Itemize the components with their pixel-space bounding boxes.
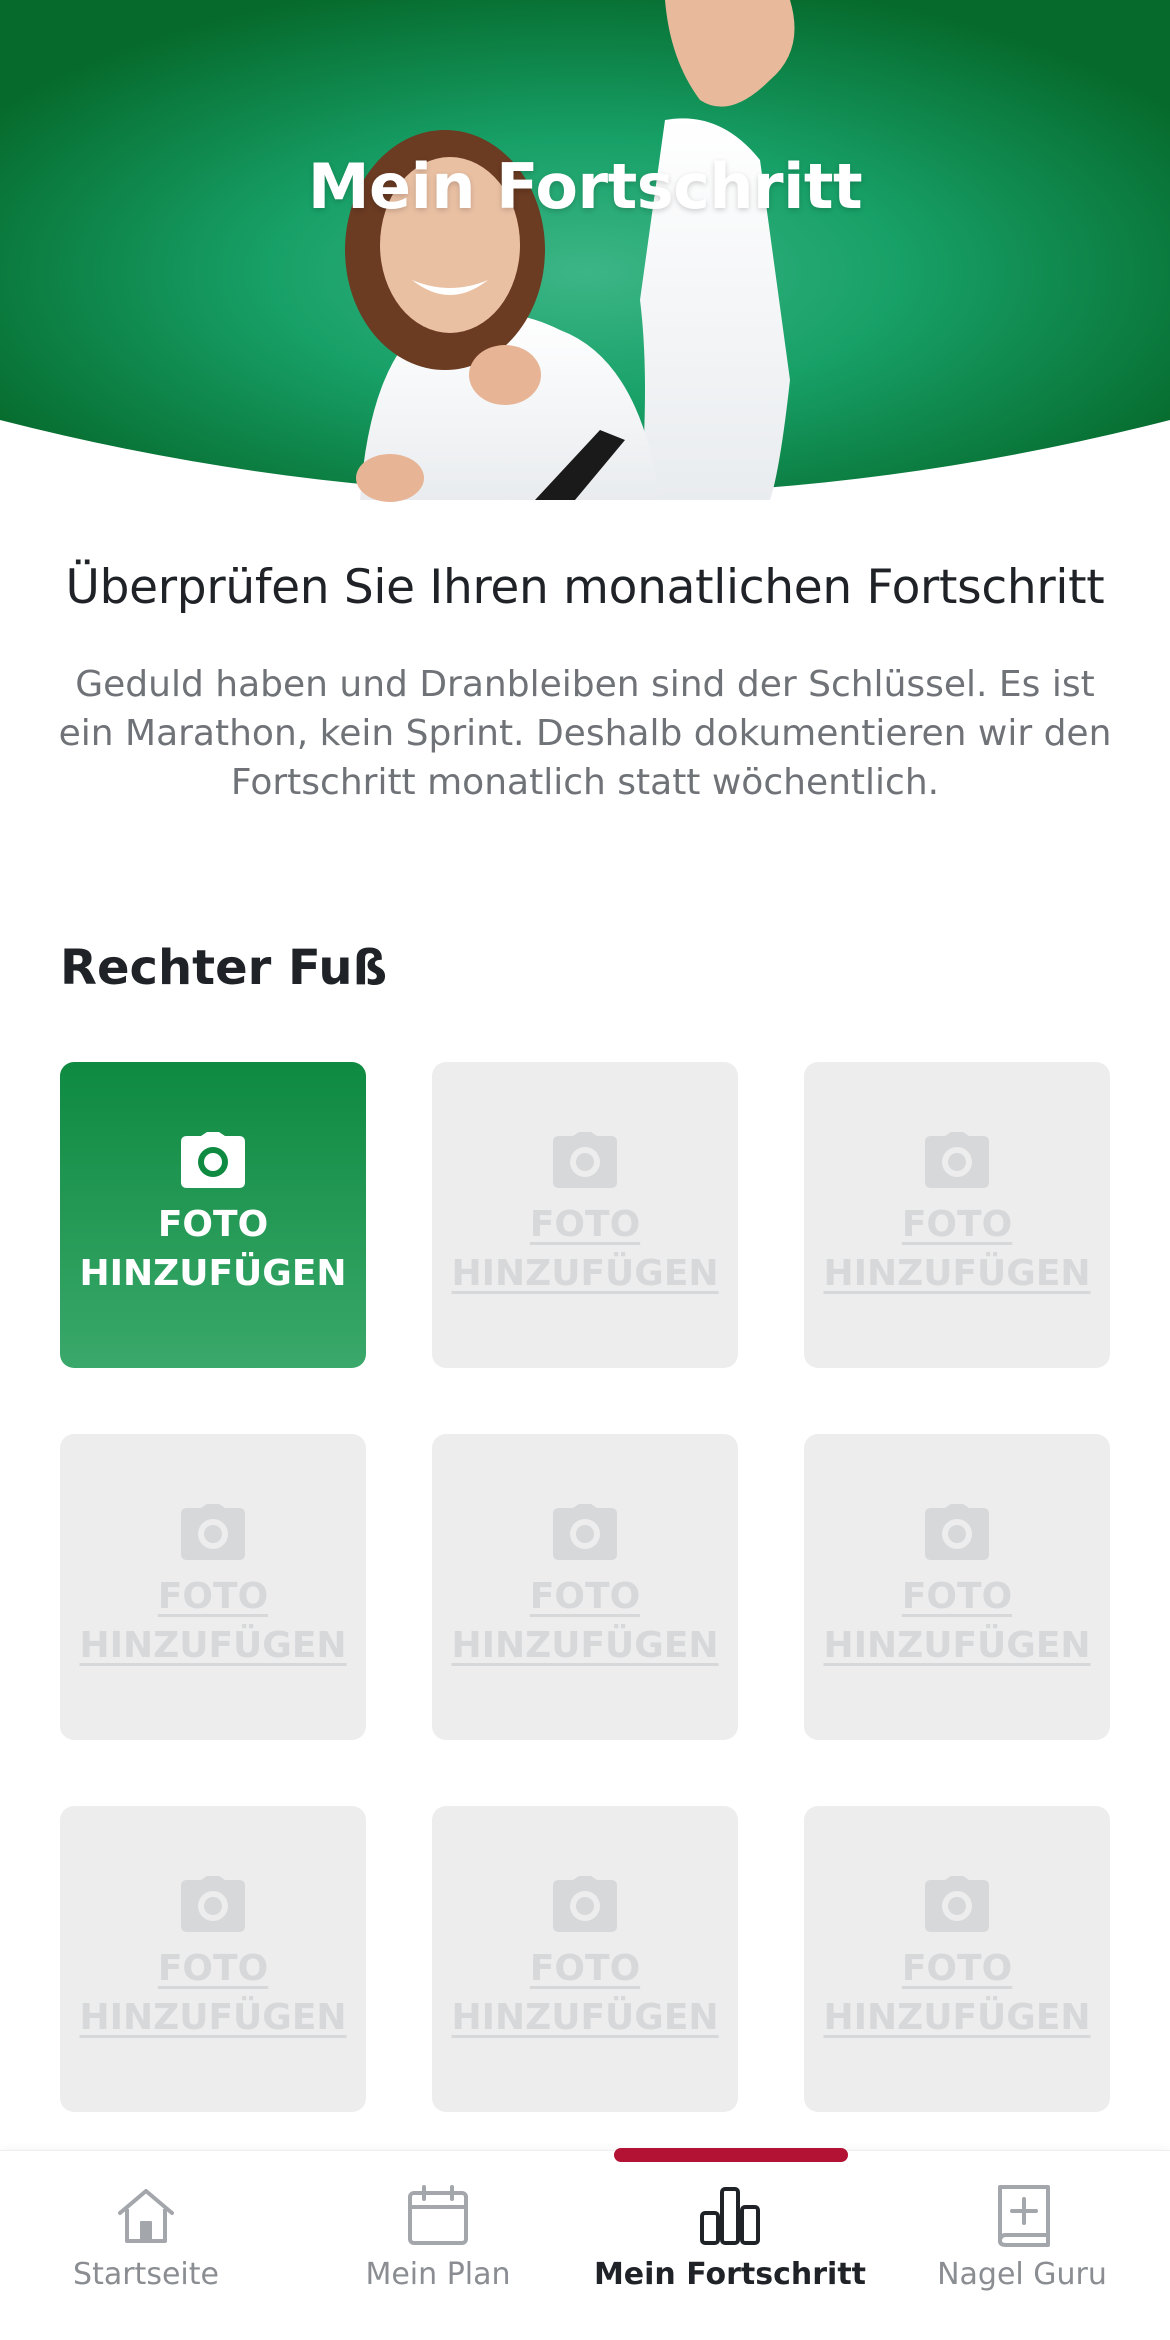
add-photo-tile[interactable]: FOTO HINZUFÜGEN: [432, 1806, 738, 2112]
page-title: Mein Fortschritt: [307, 150, 863, 223]
camera-icon: [553, 1504, 617, 1560]
add-photo-label: FOTO HINZUFÜGEN: [823, 1948, 1091, 2038]
bottom-navigation: Startseite Mein Plan Mein Fortschritt Na…: [0, 2150, 1170, 2340]
progress-description: Geduld haben und Dranbleiben sind der Sc…: [58, 664, 1112, 803]
add-photo-tile[interactable]: FOTO HINZUFÜGEN: [60, 1806, 366, 2112]
add-photo-tile[interactable]: FOTO HINZUFÜGEN: [804, 1806, 1110, 2112]
add-photo-tile[interactable]: FOTO HINZUFÜGEN: [804, 1434, 1110, 1740]
camera-icon: [181, 1876, 245, 1932]
camera-icon: [925, 1132, 989, 1188]
add-photo-label: FOTO HINZUFÜGEN: [79, 1948, 347, 2038]
nav-item-mein-fortschritt[interactable]: Mein Fortschritt: [584, 2151, 876, 2340]
add-photo-label: FOTO HINZUFÜGEN: [823, 1576, 1091, 1666]
nav-item-mein-plan[interactable]: Mein Plan: [292, 2151, 584, 2340]
camera-icon: [925, 1504, 989, 1560]
book-plus-icon: [998, 2185, 1050, 2247]
home-icon: [118, 2189, 174, 2243]
nav-label: Mein Plan: [365, 2257, 511, 2292]
calendar-icon: [408, 2185, 468, 2245]
camera-icon: [553, 1132, 617, 1188]
active-tab-indicator: [614, 2148, 848, 2162]
add-photo-label: FOTO HINZUFÜGEN: [451, 1576, 719, 1666]
nav-item-startseite[interactable]: Startseite: [0, 2151, 292, 2340]
nav-item-nagel-guru[interactable]: Nagel Guru: [876, 2151, 1168, 2340]
add-photo-tile[interactable]: FOTO HINZUFÜGEN: [60, 1434, 366, 1740]
progress-screen: Mein Fortschritt Überprüfen Sie Ihren mo…: [0, 0, 1170, 2340]
camera-icon: [925, 1876, 989, 1932]
nav-label: Startseite: [73, 2257, 219, 2292]
nav-label: Mein Fortschritt: [593, 2257, 867, 2292]
add-photo-label: FOTO HINZUFÜGEN: [823, 1204, 1091, 1294]
add-photo-tile[interactable]: FOTO HINZUFÜGEN: [432, 1062, 738, 1368]
camera-icon: [181, 1132, 245, 1188]
photo-grid: FOTO HINZUFÜGEN FOTO HINZUFÜGEN FOTO HINZUF…: [60, 1062, 1110, 2112]
hero-header: Mein Fortschritt: [0, 0, 1170, 510]
add-photo-label: FOTO HINZUFÜGEN: [79, 1576, 347, 1666]
camera-icon: [553, 1876, 617, 1932]
add-photo-label: FOTO HINZUFÜGEN: [451, 1948, 719, 2038]
add-photo-label: FOTO HINZUFÜGEN: [451, 1204, 719, 1294]
add-photo-tile[interactable]: FOTO HINZUFÜGEN: [804, 1062, 1110, 1368]
add-photo-label: FOTO HINZUFÜGEN: [79, 1204, 347, 1294]
nav-label: Nagel Guru: [937, 2257, 1107, 2292]
progress-headline: Überprüfen Sie Ihren monatlichen Fortsch…: [65, 560, 1105, 615]
bar-chart-icon: [700, 2187, 760, 2245]
camera-icon: [181, 1504, 245, 1560]
section-title-right-foot: Rechter Fuß: [60, 940, 388, 996]
add-photo-tile[interactable]: FOTO HINZUFÜGEN: [60, 1062, 366, 1368]
add-photo-tile[interactable]: FOTO HINZUFÜGEN: [432, 1434, 738, 1740]
hero-background: [0, 0, 1170, 502]
